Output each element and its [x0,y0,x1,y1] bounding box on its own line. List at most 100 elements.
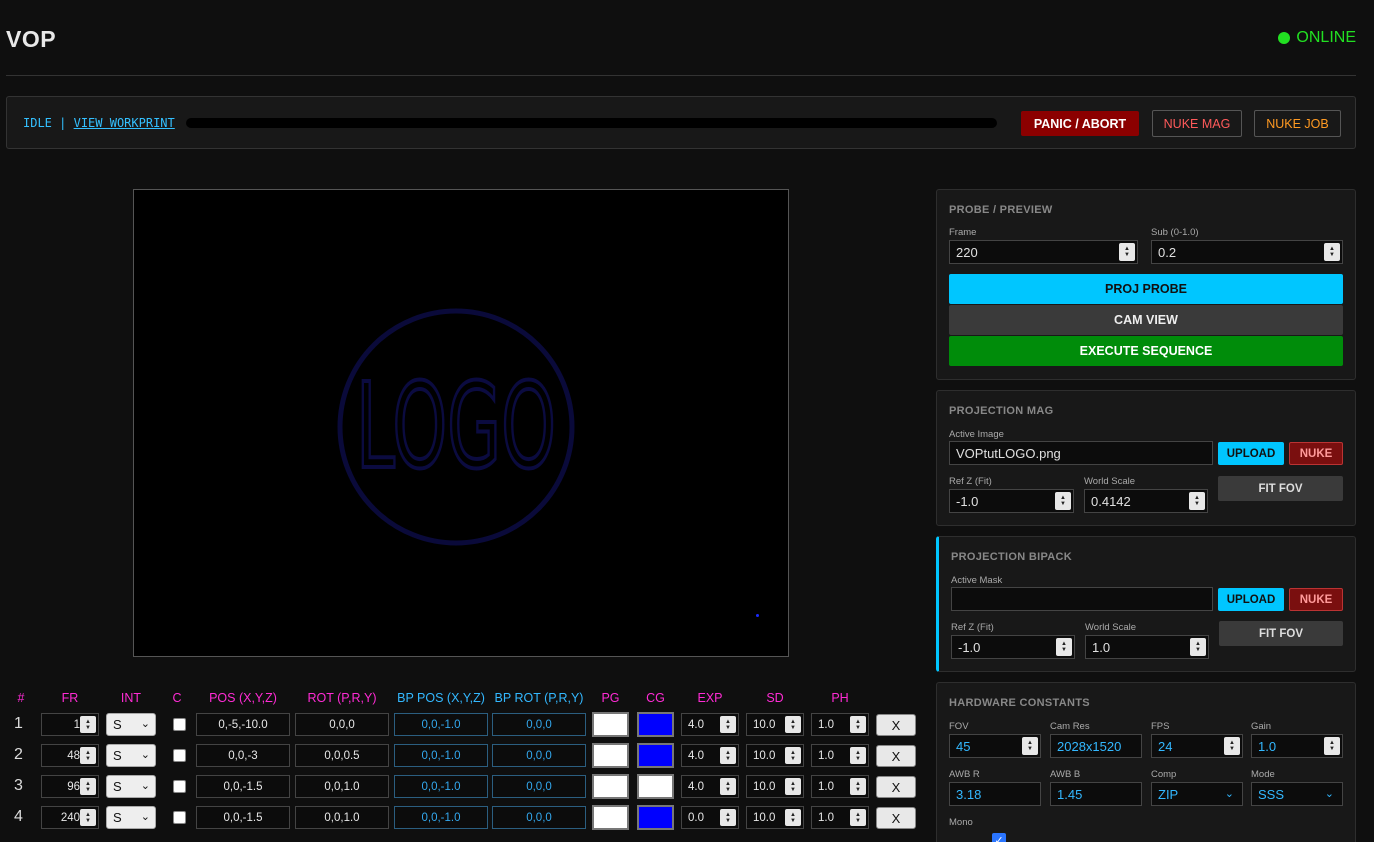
mode-select[interactable]: SSS ⌄ [1251,782,1343,806]
sub-stepper-icon[interactable]: ▲ ▼ [1324,243,1340,261]
pos-input[interactable]: 0,0,-1.5 [196,806,290,829]
delete-row-button[interactable]: X [876,807,916,829]
pg-color-swatch[interactable] [592,774,629,799]
exp-stepper-icon[interactable]: ▲ ▼ [720,747,736,764]
cg-color-swatch[interactable] [637,805,674,830]
ph-input[interactable]: 1.0 ▲ ▼ [811,806,869,829]
bipack-nuke-button[interactable]: NUKE [1289,588,1343,611]
bp-pos-input[interactable]: 0,0,-1.0 [394,775,488,798]
exp-stepper-icon[interactable]: ▲ ▼ [720,716,736,733]
bipack-refz-input[interactable]: -1.0 ▲ ▼ [951,635,1075,659]
ph-input[interactable]: 1.0 ▲ ▼ [811,744,869,767]
int-select[interactable]: S ⌄ [106,744,156,767]
awb-r-input[interactable]: 3.18 [949,782,1041,806]
bp-rot-input[interactable]: 0,0,0 [492,775,586,798]
bp-rot-input[interactable]: 0,0,0 [492,744,586,767]
fr-stepper-icon[interactable]: ▲ ▼ [80,716,96,733]
ph-stepper-icon[interactable]: ▲ ▼ [850,716,866,733]
ph-input[interactable]: 1.0 ▲ ▼ [811,713,869,736]
bp-pos-input[interactable]: 0,0,-1.0 [394,806,488,829]
delete-row-button[interactable]: X [876,714,916,736]
delete-row-button[interactable]: X [876,776,916,798]
mag-scale-stepper-icon[interactable]: ▲ ▼ [1189,492,1205,510]
rot-input[interactable]: 0,0,1.0 [295,775,389,798]
fr-input[interactable]: 240 ▲ ▼ [41,806,99,829]
fr-input[interactable]: 48 ▲ ▼ [41,744,99,767]
awb-b-input[interactable]: 1.45 [1050,782,1142,806]
bp-pos-input[interactable]: 0,0,-1.0 [394,744,488,767]
comp-select[interactable]: ZIP ⌄ [1151,782,1243,806]
sd-stepper-icon[interactable]: ▲ ▼ [785,778,801,795]
exp-stepper-icon[interactable]: ▲ ▼ [720,809,736,826]
mono-checkbox[interactable]: ✓ [992,833,1006,842]
gain-stepper-icon[interactable]: ▲ ▼ [1324,737,1340,755]
frame-input[interactable]: 220 ▲ ▼ [949,240,1138,264]
fr-stepper-icon[interactable]: ▲ ▼ [80,809,96,826]
rot-input[interactable]: 0,0,0.5 [295,744,389,767]
ph-stepper-icon[interactable]: ▲ ▼ [850,778,866,795]
ph-stepper-icon[interactable]: ▲ ▼ [850,747,866,764]
mag-fit-fov-button[interactable]: FIT FOV [1218,476,1343,501]
int-select[interactable]: S ⌄ [106,713,156,736]
nuke-mag-button[interactable]: NUKE MAG [1152,110,1242,137]
sd-input[interactable]: 10.0 ▲ ▼ [746,806,804,829]
sub-input[interactable]: 0.2 ▲ ▼ [1151,240,1343,264]
mag-nuke-button[interactable]: NUKE [1289,442,1343,465]
int-select[interactable]: S ⌄ [106,806,156,829]
bipack-refz-stepper-icon[interactable]: ▲ ▼ [1056,638,1072,656]
mag-refz-input[interactable]: -1.0 ▲ ▼ [949,489,1074,513]
panic-abort-button[interactable]: PANIC / ABORT [1021,111,1139,136]
gain-input[interactable]: 1.0 ▲ ▼ [1251,734,1343,758]
c-checkbox[interactable] [173,780,186,793]
bp-rot-input[interactable]: 0,0,0 [492,806,586,829]
bipack-scale-stepper-icon[interactable]: ▲ ▼ [1190,638,1206,656]
pos-input[interactable]: 0,0,-3 [196,744,290,767]
fov-input[interactable]: 45 ▲ ▼ [949,734,1041,758]
fps-input[interactable]: 24 ▲ ▼ [1151,734,1243,758]
sd-input[interactable]: 10.0 ▲ ▼ [746,775,804,798]
fr-stepper-icon[interactable]: ▲ ▼ [80,778,96,795]
pg-color-swatch[interactable] [592,712,629,737]
rot-input[interactable]: 0,0,0 [295,713,389,736]
exp-input[interactable]: 4.0 ▲ ▼ [681,713,739,736]
pg-color-swatch[interactable] [592,743,629,768]
fps-stepper-icon[interactable]: ▲ ▼ [1224,737,1240,755]
ph-stepper-icon[interactable]: ▲ ▼ [850,809,866,826]
cam-res-input[interactable]: 2028x1520 [1050,734,1142,758]
fr-input[interactable]: 1 ▲ ▼ [41,713,99,736]
delete-row-button[interactable]: X [876,745,916,767]
nuke-job-button[interactable]: NUKE JOB [1254,110,1341,137]
bipack-scale-input[interactable]: 1.0 ▲ ▼ [1085,635,1209,659]
bipack-upload-button[interactable]: UPLOAD [1218,588,1284,611]
sd-input[interactable]: 10.0 ▲ ▼ [746,744,804,767]
exp-input[interactable]: 4.0 ▲ ▼ [681,775,739,798]
sd-stepper-icon[interactable]: ▲ ▼ [785,716,801,733]
pg-color-swatch[interactable] [592,805,629,830]
ph-input[interactable]: 1.0 ▲ ▼ [811,775,869,798]
preview-viewport[interactable]: LOGO [133,189,789,657]
fr-stepper-icon[interactable]: ▲ ▼ [80,747,96,764]
sd-stepper-icon[interactable]: ▲ ▼ [785,809,801,826]
sd-input[interactable]: 10.0 ▲ ▼ [746,713,804,736]
sd-stepper-icon[interactable]: ▲ ▼ [785,747,801,764]
bipack-fit-fov-button[interactable]: FIT FOV [1219,621,1343,646]
active-image-input[interactable]: VOPtutLOGO.png [949,441,1213,465]
cg-color-swatch[interactable] [637,712,674,737]
mag-refz-stepper-icon[interactable]: ▲ ▼ [1055,492,1071,510]
exp-input[interactable]: 4.0 ▲ ▼ [681,744,739,767]
c-checkbox[interactable] [173,718,186,731]
mag-upload-button[interactable]: UPLOAD [1218,442,1284,465]
cg-color-swatch[interactable] [637,774,674,799]
cg-color-swatch[interactable] [637,743,674,768]
bp-pos-input[interactable]: 0,0,-1.0 [394,713,488,736]
exp-input[interactable]: 0.0 ▲ ▼ [681,806,739,829]
pos-input[interactable]: 0,-5,-10.0 [196,713,290,736]
rot-input[interactable]: 0,0,1.0 [295,806,389,829]
c-checkbox[interactable] [173,749,186,762]
mag-scale-input[interactable]: 0.4142 ▲ ▼ [1084,489,1208,513]
active-mask-input[interactable] [951,587,1213,611]
frame-stepper-icon[interactable]: ▲ ▼ [1119,243,1135,261]
execute-sequence-button[interactable]: EXECUTE SEQUENCE [949,336,1343,366]
proj-probe-button[interactable]: PROJ PROBE [949,274,1343,304]
bp-rot-input[interactable]: 0,0,0 [492,713,586,736]
